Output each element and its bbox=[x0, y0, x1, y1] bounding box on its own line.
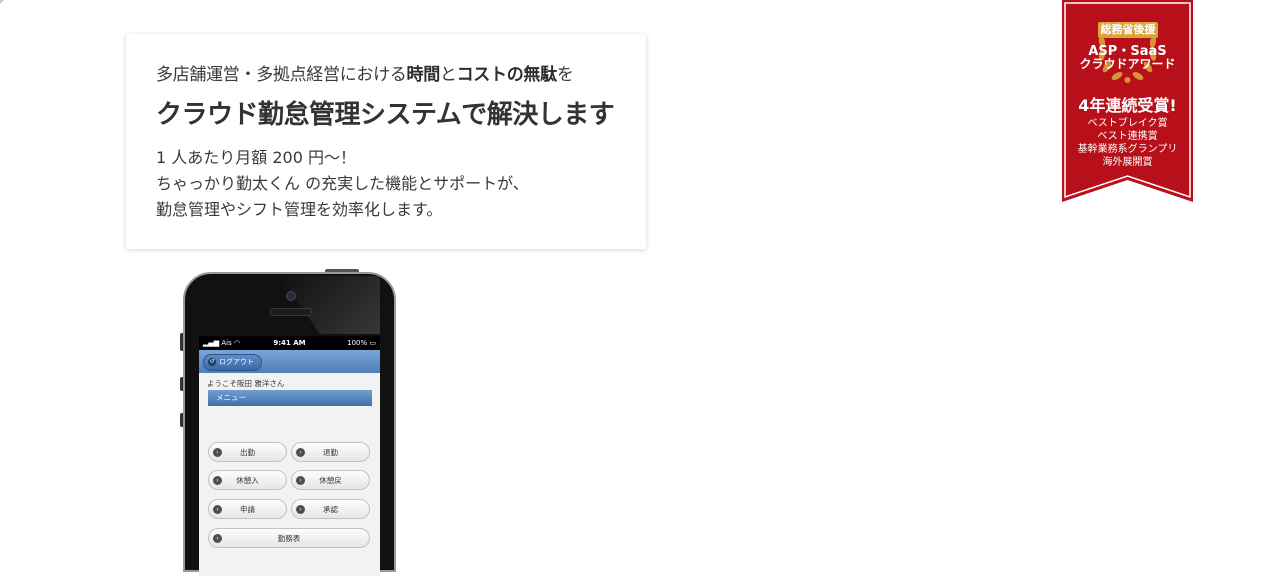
approve-button[interactable]: › 承認 bbox=[291, 499, 370, 519]
lead-emphasis-cost: コストの無駄 bbox=[456, 65, 558, 85]
intro-headline: クラウド勤怠管理システムで解決します bbox=[156, 100, 615, 130]
phone-screen: ▂▄▆ Ais ◠ 9:41 AM 100% ▭ ↺ ログアウト ようこそ阪田 雅… bbox=[199, 336, 380, 576]
request-label: 申請 bbox=[240, 505, 255, 514]
phone-mockup: ▂▄▆ Ais ◠ 9:41 AM 100% ▭ ↺ ログアウト ようこそ阪田 雅… bbox=[183, 272, 396, 576]
clock-out-label: 退勤 bbox=[323, 448, 338, 457]
lead-text-3: を bbox=[556, 65, 574, 85]
welcome-text: ようこそ阪田 雅洋さん bbox=[207, 379, 285, 388]
app-header: ↺ ログアウト bbox=[199, 350, 380, 373]
speaker-icon bbox=[270, 308, 312, 316]
award-ribbon: 総務省後援 ASP・SaaS クラウドアワード 4年連続受賞! ベストブレイク賞… bbox=[1062, 0, 1193, 202]
award-sponsor-badge: 総務省後援 bbox=[1100, 23, 1156, 36]
award-prize-1: ベストブレイク賞 bbox=[1087, 118, 1168, 129]
desc-line-support: ちゃっかり勤太くん の充実した機能とサポートが、 bbox=[156, 174, 529, 193]
arrow-right-icon: › bbox=[213, 448, 222, 457]
menu-title-bar: メニュー bbox=[208, 390, 372, 406]
corner-mark bbox=[0, 0, 4, 4]
award-title-cloud: クラウドアワード bbox=[1079, 57, 1176, 71]
intro-lead: 多店舗運営・多拠点経営における時間とコストの無駄を bbox=[156, 60, 646, 85]
desc-line-efficiency: 勤怠管理やシフト管理を効率化します。 bbox=[156, 200, 443, 219]
award-prize-3: 基幹業務系グランプリ bbox=[1077, 144, 1178, 155]
arrow-right-icon: › bbox=[296, 448, 305, 457]
arrow-right-icon: › bbox=[213, 476, 222, 485]
arrow-right-icon: › bbox=[296, 505, 305, 514]
battery-level: 100% bbox=[347, 339, 368, 347]
camera-icon bbox=[286, 291, 296, 301]
logout-button[interactable]: ↺ ログアウト bbox=[203, 354, 262, 371]
arrow-right-icon: › bbox=[213, 534, 222, 543]
intro-card: 多店舗運営・多拠点経営における時間とコストの無駄を クラウド勤怠管理システムで解… bbox=[126, 34, 646, 249]
logout-label: ログアウト bbox=[219, 358, 254, 366]
phone-glare bbox=[280, 276, 380, 334]
award-headline: 4年連続受賞! bbox=[1078, 96, 1177, 115]
award-prize-2: ベスト連携賞 bbox=[1097, 131, 1158, 142]
break-start-label: 休憩入 bbox=[236, 476, 259, 485]
lead-text-1: 多店舗運営・多拠点経営における bbox=[156, 65, 407, 85]
request-button[interactable]: › 申請 bbox=[208, 499, 287, 519]
intro-description: 1 人あたり月額 200 円〜！ ちゃっかり勤太くん の充実した機能とサポートが… bbox=[156, 145, 646, 223]
break-end-button[interactable]: › 休憩戻 bbox=[291, 470, 370, 490]
desc-line-price: 1 人あたり月額 200 円〜！ bbox=[156, 148, 356, 167]
status-battery: 100% ▭ bbox=[347, 339, 376, 347]
timesheet-label: 勤務表 bbox=[277, 534, 301, 543]
logout-icon: ↺ bbox=[208, 358, 216, 366]
break-end-label: 休憩戻 bbox=[319, 476, 342, 485]
award-prize-4: 海外展開賞 bbox=[1102, 157, 1153, 168]
timesheet-button[interactable]: › 勤務表 bbox=[208, 528, 370, 548]
lead-text-2: と bbox=[439, 65, 457, 85]
clock-in-button[interactable]: › 出勤 bbox=[208, 442, 287, 462]
arrow-right-icon: › bbox=[213, 505, 222, 514]
lead-emphasis-time: 時間 bbox=[406, 65, 441, 85]
break-start-button[interactable]: › 休憩入 bbox=[208, 470, 287, 490]
clock-out-button[interactable]: › 退勤 bbox=[291, 442, 370, 462]
clock-in-label: 出勤 bbox=[240, 448, 255, 457]
phone-status-bar: ▂▄▆ Ais ◠ 9:41 AM 100% ▭ bbox=[199, 336, 380, 350]
arrow-right-icon: › bbox=[296, 476, 305, 485]
approve-label: 承認 bbox=[323, 505, 338, 514]
